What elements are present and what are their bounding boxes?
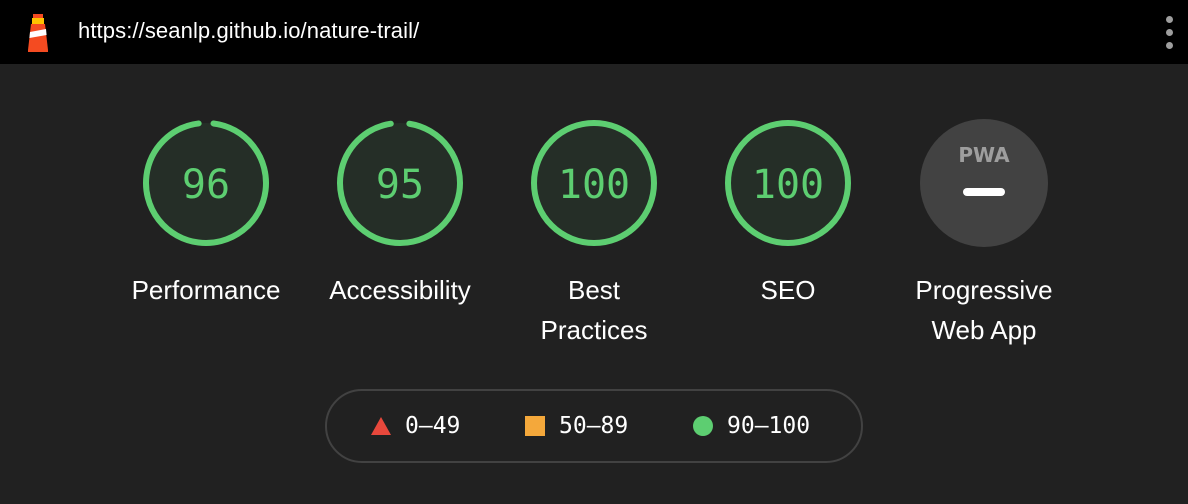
pwa-badge: PWA bbox=[920, 119, 1048, 247]
gauge-accessibility[interactable]: 95 Accessibility bbox=[310, 118, 490, 310]
address-bar: https://seanlp.github.io/nature-trail/ bbox=[0, 0, 1188, 64]
gauge-seo[interactable]: 100 SEO bbox=[698, 118, 878, 310]
legend-item-pass: 90–100 bbox=[693, 391, 810, 461]
gauge-label-line1: Best bbox=[567, 275, 621, 305]
score-value: 100 bbox=[558, 162, 630, 208]
pwa-badge-text: PWA bbox=[958, 143, 1010, 167]
score-value: 96 bbox=[182, 162, 230, 208]
legend-range: 90–100 bbox=[727, 413, 811, 439]
legend-item-average: 50–89 bbox=[525, 391, 628, 461]
score-value: 100 bbox=[752, 162, 824, 208]
gauge-label-line2: Web App bbox=[931, 315, 1037, 345]
gauge-label: Performance bbox=[116, 270, 296, 310]
score-ring: 100 bbox=[725, 120, 851, 246]
legend-item-fail: 0–49 bbox=[371, 391, 460, 461]
gauge-best-practices[interactable]: 100 Best Practices bbox=[504, 118, 684, 350]
score-ring: 96 bbox=[143, 120, 269, 246]
legend-range: 0–49 bbox=[405, 413, 461, 439]
gauge-label-line2: Practices bbox=[540, 315, 648, 345]
more-vert-icon[interactable] bbox=[1160, 14, 1180, 50]
gauge-pwa[interactable]: PWA Progressive Web App bbox=[894, 118, 1074, 350]
gauge-label-line1: Progressive bbox=[915, 275, 1053, 305]
gauge-label: Progressive Web App bbox=[894, 270, 1074, 350]
square-icon bbox=[525, 416, 545, 436]
score-ring: 95 bbox=[337, 120, 463, 246]
legend-range: 50–89 bbox=[559, 413, 629, 439]
pwa-dash-icon bbox=[963, 188, 1005, 196]
score-legend: 0–49 50–89 90–100 bbox=[325, 389, 863, 463]
gauge-label: Accessibility bbox=[310, 270, 490, 310]
score-ring: 100 bbox=[531, 120, 657, 246]
gauge-label-line1: Accessibility bbox=[329, 275, 471, 305]
gauge-label-line1: SEO bbox=[760, 275, 816, 305]
gauge-performance[interactable]: 96 Performance bbox=[116, 118, 296, 310]
lighthouse-icon bbox=[28, 14, 48, 52]
triangle-icon bbox=[371, 417, 391, 435]
gauge-label: SEO bbox=[698, 270, 878, 310]
gauge-label: Best Practices bbox=[504, 270, 684, 350]
score-value: 95 bbox=[376, 162, 424, 208]
circle-icon bbox=[693, 416, 713, 436]
page-url[interactable]: https://seanlp.github.io/nature-trail/ bbox=[78, 17, 419, 45]
gauge-label-line1: Performance bbox=[131, 275, 281, 305]
